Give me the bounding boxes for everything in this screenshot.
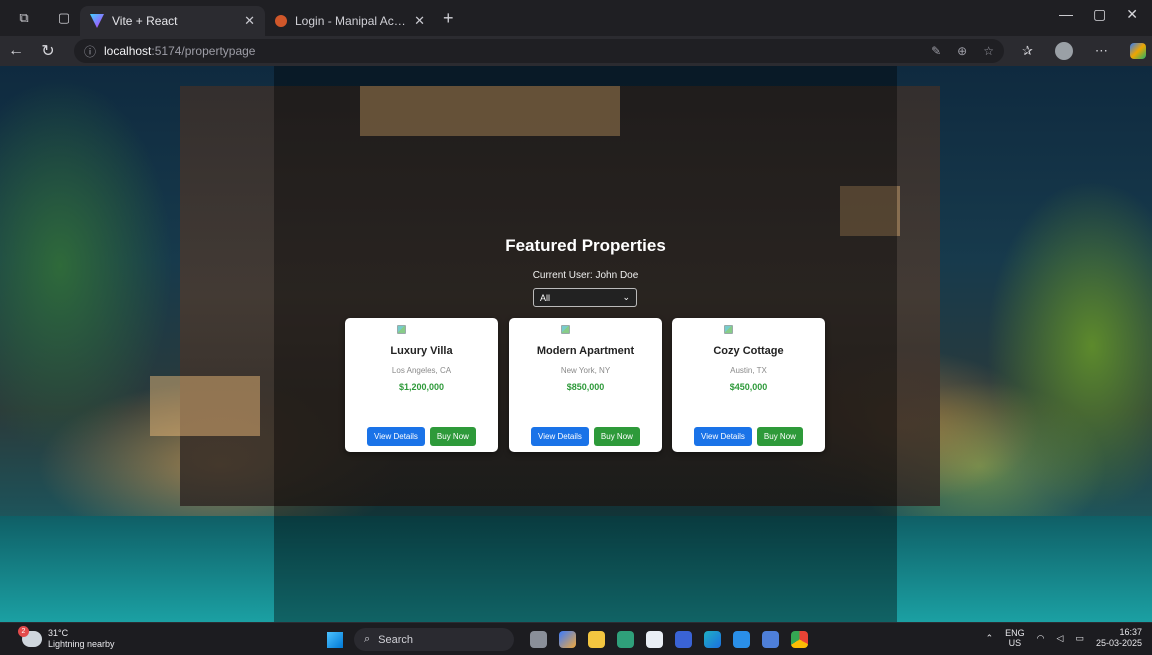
broken-image-icon xyxy=(397,325,406,334)
property-name: Modern Apartment xyxy=(536,345,635,357)
vscode-icon[interactable] xyxy=(733,631,750,648)
page-viewport: Featured Properties Current User: John D… xyxy=(0,66,1152,622)
back-icon[interactable]: ← xyxy=(0,42,32,60)
close-window-icon[interactable]: ✕ xyxy=(1126,6,1138,23)
view-details-button[interactable]: View Details xyxy=(531,427,589,446)
tab-login[interactable]: Login - Manipal Academy of High ✕ xyxy=(265,6,435,36)
buy-now-button[interactable]: Buy Now xyxy=(593,427,640,446)
url-host: localhost xyxy=(104,44,152,58)
language-code: ENG xyxy=(1005,628,1025,638)
weather-cloud-icon: 2 xyxy=(18,626,42,647)
background-trees-right xyxy=(952,126,1152,556)
region-code: US xyxy=(1008,638,1022,648)
new-tab-icon[interactable]: + xyxy=(443,8,454,29)
zoom-icon[interactable]: ⊕ xyxy=(957,44,967,58)
weather-temp: 31°C xyxy=(48,628,69,638)
taskbar-search[interactable]: ⌕ Search xyxy=(354,628,514,651)
taskbar: 2 31°C Lightning nearby ⌕ Search ⌃ ENG U… xyxy=(0,622,1152,655)
clock-date: 25-03-2025 xyxy=(1095,638,1142,648)
tab-title: Vite + React xyxy=(112,14,178,28)
property-type-select[interactable]: All ⌄ xyxy=(533,288,637,307)
close-tab-icon[interactable]: ✕ xyxy=(244,13,255,29)
weather-widget[interactable]: 2 31°C Lightning nearby xyxy=(18,626,115,650)
background-window-glow xyxy=(150,376,260,436)
app-icon[interactable] xyxy=(675,631,692,648)
volume-icon[interactable]: ◁ xyxy=(1057,633,1064,644)
notepad-icon[interactable] xyxy=(762,631,779,648)
battery-icon[interactable]: ▭ xyxy=(1075,633,1084,644)
chatgpt-icon[interactable] xyxy=(617,631,634,648)
system-tray: ⌃ ENG US ◠ ◁ ▭ 16:37 25-03-2025 xyxy=(986,627,1142,649)
profile-avatar-icon[interactable] xyxy=(1054,42,1073,60)
property-name: Luxury Villa xyxy=(390,345,453,357)
property-name: Cozy Cottage xyxy=(713,345,784,357)
browser-toolbar: ← ↻ ⓘ localhost:5174/propertypage ✎ ⊕ ☆ … xyxy=(0,36,1152,66)
tab-vite-react[interactable]: Vite + React ✕ xyxy=(80,6,265,36)
copilot-icon[interactable] xyxy=(1129,43,1146,59)
property-card: Luxury Villa Los Angeles, CA $1,200,000 … xyxy=(345,318,498,452)
close-tab-icon[interactable]: ✕ xyxy=(414,13,425,29)
property-card: Modern Apartment New York, NY $850,000 V… xyxy=(509,318,662,452)
refresh-icon[interactable]: ↻ xyxy=(32,41,64,61)
chevron-up-icon[interactable]: ⌃ xyxy=(986,633,994,644)
chevron-down-icon: ⌄ xyxy=(622,292,630,302)
weather-desc: Lightning nearby xyxy=(48,639,115,649)
favorites-icon[interactable]: ✰ xyxy=(1022,43,1033,59)
current-user-label: Current User: John Doe xyxy=(532,270,639,281)
search-label: Search xyxy=(378,633,414,646)
file-explorer-icon[interactable] xyxy=(588,631,605,648)
windows-start-icon[interactable] xyxy=(327,632,343,648)
property-price: $450,000 xyxy=(729,382,768,392)
weather-badge: 2 xyxy=(18,626,29,637)
store-icon[interactable] xyxy=(646,631,663,648)
buy-now-button[interactable]: Buy Now xyxy=(429,427,476,446)
property-price: $850,000 xyxy=(566,382,605,392)
broken-image-icon xyxy=(561,325,570,334)
edge-icon[interactable] xyxy=(704,631,721,648)
read-aloud-icon[interactable]: ✎ xyxy=(931,44,941,58)
select-value: All xyxy=(540,292,551,303)
more-menu-icon[interactable]: ⋯ xyxy=(1095,43,1108,59)
vite-favicon-icon xyxy=(90,14,104,28)
search-icon: ⌕ xyxy=(364,633,371,645)
property-location: Austin, TX xyxy=(730,366,767,375)
language-indicator[interactable]: ENG US xyxy=(1005,628,1025,648)
buy-now-button[interactable]: Buy Now xyxy=(756,427,803,446)
manipal-favicon-icon xyxy=(275,15,287,27)
properties-section: Featured Properties Current User: John D… xyxy=(274,66,897,622)
view-details-button[interactable]: View Details xyxy=(367,427,425,446)
maximize-icon[interactable]: ▢ xyxy=(1093,6,1106,23)
clock-time: 16:37 xyxy=(1119,627,1142,637)
workspaces-icon[interactable]: ⧉ xyxy=(12,6,36,30)
copilot-app-icon[interactable] xyxy=(559,631,576,648)
view-details-button[interactable]: View Details xyxy=(694,427,752,446)
url-path: :5174/propertypage xyxy=(151,44,256,58)
page-title: Featured Properties xyxy=(505,236,666,255)
window-controls: — ▢ ✕ xyxy=(1059,6,1152,23)
property-price: $1,200,000 xyxy=(398,382,445,392)
property-card: Cozy Cottage Austin, TX $450,000 View De… xyxy=(672,318,825,452)
task-view-icon[interactable] xyxy=(530,631,547,648)
tab-title: Login - Manipal Academy of High xyxy=(295,14,406,28)
property-location: Los Angeles, CA xyxy=(391,366,452,375)
wifi-icon[interactable]: ◠ xyxy=(1037,633,1045,644)
favorite-star-icon[interactable]: ☆ xyxy=(983,44,994,58)
browser-tab-bar: ⧉ ▢ Vite + React ✕ Login - Manipal Acade… xyxy=(0,0,1152,36)
clock[interactable]: 16:37 25-03-2025 xyxy=(1096,627,1142,649)
property-location: New York, NY xyxy=(560,366,611,375)
site-info-icon[interactable]: ⓘ xyxy=(84,43,96,60)
taskbar-apps xyxy=(530,631,808,648)
broken-image-icon xyxy=(724,325,733,334)
minimize-icon[interactable]: — xyxy=(1059,6,1073,23)
tab-actions-icon[interactable]: ▢ xyxy=(52,6,76,30)
chrome-icon[interactable] xyxy=(791,631,808,648)
address-bar[interactable]: ⓘ localhost:5174/propertypage ✎ ⊕ ☆ xyxy=(74,39,1004,63)
